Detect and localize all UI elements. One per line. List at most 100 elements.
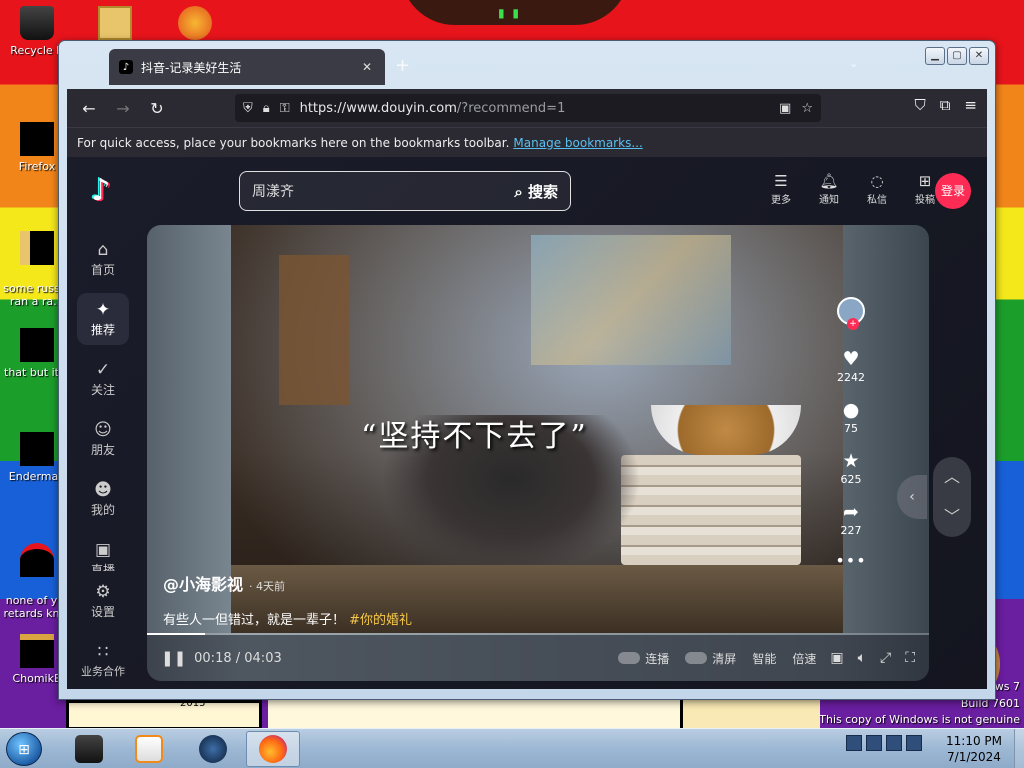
- search-button[interactable]: ⌕ 搜索: [514, 181, 558, 202]
- sidebar-item-label: 推荐: [90, 323, 115, 337]
- file-icon: [20, 328, 54, 362]
- show-desktop-button[interactable]: [1014, 729, 1024, 768]
- share-action[interactable]: ➦ 227: [833, 500, 869, 537]
- url-host: https://www.douyin.com: [299, 100, 457, 116]
- reload-icon[interactable]: ↻: [145, 96, 169, 120]
- sidebar-item-settings[interactable]: ⚙ 设置: [77, 575, 129, 627]
- sidebar-item-friends[interactable]: ☺ 朋友: [77, 413, 129, 465]
- url-text[interactable]: https://www.douyin.com/?recommend=1: [300, 101, 779, 116]
- sidebar-item-label: 首页: [90, 263, 115, 277]
- reader-mode-icon[interactable]: ▣: [779, 101, 791, 116]
- sidebar-item-live[interactable]: ▣ 直播: [77, 533, 129, 571]
- chat-icon: ◌: [870, 172, 884, 190]
- pause-icon[interactable]: ❚❚: [161, 649, 186, 667]
- app-icon: [75, 735, 103, 763]
- pip-icon[interactable]: ▣: [830, 650, 843, 666]
- top-action-messages[interactable]: ◌ 私信: [863, 171, 891, 206]
- more-dots-icon[interactable]: •••: [833, 551, 869, 570]
- video-controls: ❚❚ 00:18 / 04:03 连播 清屏 智能 倍速 ▣ 🔈︎ ⤢ ⛶: [147, 635, 929, 681]
- tray-monitor-icon[interactable]: [886, 735, 902, 751]
- taskbar-app-1[interactable]: [62, 731, 116, 767]
- top-actions: ☰ 更多 🔔︎ 通知 ◌ 私信 ⊞ 投稿: [767, 171, 939, 206]
- tray-network-icon[interactable]: [866, 735, 882, 751]
- app-menu-icon[interactable]: ≡: [964, 96, 977, 114]
- forward-icon[interactable]: →: [111, 96, 135, 120]
- video-time: 00:18 / 04:03: [194, 650, 282, 666]
- fullscreen-icon[interactable]: ⛶: [905, 650, 915, 666]
- clear-screen-toggle[interactable]: 清屏: [685, 650, 736, 667]
- previous-video-icon[interactable]: ︿: [933, 457, 971, 497]
- maximize-button[interactable]: ▢: [947, 47, 967, 65]
- volume-icon[interactable]: 🔈︎: [858, 650, 866, 666]
- sidebar-item-label: 我的: [90, 503, 115, 517]
- list-all-tabs-icon[interactable]: ⌄: [849, 57, 858, 70]
- home-icon: ⌂: [97, 240, 109, 260]
- desktop-icon-app[interactable]: [160, 6, 230, 44]
- taskbar-firefox[interactable]: [246, 731, 300, 767]
- desktop-wallpaper-shape: [268, 700, 698, 730]
- close-tab-icon[interactable]: ✕: [359, 60, 375, 74]
- share-count: 227: [840, 524, 862, 537]
- clear-screen-label: 清屏: [712, 651, 737, 666]
- desktop-wallpaper-shape: [66, 700, 262, 730]
- like-action[interactable]: ♥ 2242: [833, 347, 869, 384]
- favorite-action[interactable]: ★ 625: [833, 449, 869, 486]
- permissions-icon[interactable]: ⚿: [280, 101, 290, 116]
- comment-action[interactable]: ● 75: [833, 398, 869, 435]
- douyin-logo-icon[interactable]: ♪: [81, 171, 121, 211]
- lock-icon[interactable]: 🔒︎: [263, 101, 270, 116]
- desktop-wallpaper-dots: ▮ ▮: [498, 6, 522, 20]
- author-avatar[interactable]: +: [837, 297, 865, 330]
- sidebar-item-business[interactable]: ∷ 业务合作: [77, 635, 129, 687]
- shield-icon[interactable]: ⛨: [243, 101, 253, 116]
- taskbar-media-player[interactable]: [122, 731, 176, 767]
- url-bar[interactable]: ⛨ 🔒︎ ⚿ https://www.douyin.com/?recommend…: [235, 94, 821, 122]
- top-action-notifications[interactable]: 🔔︎ 通知: [815, 171, 843, 206]
- start-button[interactable]: ⊞: [6, 732, 42, 766]
- close-window-button[interactable]: ✕: [969, 47, 989, 65]
- minimize-button[interactable]: ▁: [925, 47, 945, 65]
- comment-count: 75: [844, 422, 858, 435]
- share-icon: ➦: [843, 501, 859, 523]
- smart-button[interactable]: 智能: [752, 650, 776, 667]
- tray-volume-icon[interactable]: [906, 735, 922, 751]
- video-player[interactable]: “坚持不下去了” @小海影视 · 4天前 有些人一但错过，就是一辈子！ #你的婚礼…: [147, 225, 929, 681]
- clock[interactable]: 11:10 PM 7/1/2024: [940, 733, 1008, 765]
- web-fullscreen-icon[interactable]: ⤢: [880, 650, 891, 666]
- search-input[interactable]: 周漾齐: [252, 181, 514, 201]
- tab-douyin[interactable]: ♪ 抖音-记录美好生活 ✕: [109, 49, 385, 85]
- next-video-icon[interactable]: ﹀: [933, 497, 971, 537]
- sidebar-item-label: 关注: [90, 383, 115, 397]
- follow-plus-icon[interactable]: +: [847, 318, 859, 330]
- speed-button[interactable]: 倍速: [792, 650, 816, 667]
- login-button[interactable]: 登录: [935, 173, 971, 209]
- video-author[interactable]: @小海影视: [163, 575, 243, 594]
- profile-icon: ☻: [94, 480, 112, 500]
- sidebar-item-profile[interactable]: ☻ 我的: [77, 473, 129, 525]
- bookmark-star-icon[interactable]: ☆: [801, 101, 813, 116]
- comment-icon: ●: [842, 399, 860, 421]
- sidebar-item-recommend[interactable]: ✦ 推荐: [77, 293, 129, 345]
- top-action-label: 更多: [771, 195, 791, 206]
- file-icon: [20, 634, 54, 668]
- desktop-icon-folder[interactable]: [80, 6, 150, 44]
- taskbar-app-2[interactable]: [186, 731, 240, 767]
- top-action-label: 通知: [819, 195, 839, 206]
- top-action-more[interactable]: ☰ 更多: [767, 171, 795, 206]
- pocket-icon[interactable]: ⛉: [914, 96, 925, 114]
- video-info: @小海影视 · 4天前 有些人一但错过，就是一辈子！ #你的婚礼: [163, 571, 412, 628]
- extensions-icon[interactable]: ⧉: [940, 96, 951, 114]
- video-hashtag[interactable]: #你的婚礼: [349, 613, 412, 628]
- tray-flag-icon[interactable]: [846, 735, 862, 751]
- sidebar-item-home[interactable]: ⌂ 首页: [77, 233, 129, 285]
- top-action-label: 私信: [867, 195, 887, 206]
- manage-bookmarks-link[interactable]: Manage bookmarks...: [513, 136, 642, 150]
- toolbar-right: ⛉ ⧉ ≡: [914, 96, 977, 114]
- file-icon: [20, 432, 54, 466]
- sidebar-item-follow[interactable]: ✓ 关注: [77, 353, 129, 405]
- search-box[interactable]: 周漾齐 ⌕ 搜索: [239, 171, 571, 211]
- clock-time: 11:10 PM: [946, 734, 1002, 748]
- autoplay-toggle[interactable]: 连播: [618, 650, 669, 667]
- new-tab-button[interactable]: +: [395, 55, 410, 76]
- back-icon[interactable]: ←: [77, 96, 101, 120]
